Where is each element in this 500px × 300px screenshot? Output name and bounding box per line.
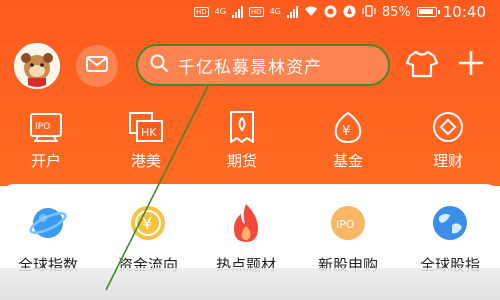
- ipo-card-icon: IPO: [4, 108, 88, 146]
- vibrate-icon: [362, 5, 376, 19]
- shirt-icon: [405, 50, 439, 82]
- clock-time: 10:40: [442, 3, 486, 21]
- quick-capital-flow[interactable]: ¥ 资金流向: [102, 200, 194, 275]
- quick-ipo-subscribe[interactable]: IPO 新股申购: [302, 200, 394, 275]
- earth-icon: [404, 200, 496, 246]
- flame-icon: [200, 200, 292, 246]
- fn-label: 开户: [30, 152, 61, 170]
- fn-wealth[interactable]: 理财: [406, 108, 490, 178]
- sim2-hd-tag: HD: [248, 7, 264, 17]
- search-bar[interactable]: 千亿私募景林资产: [136, 44, 390, 86]
- svg-text:HK: HK: [141, 126, 157, 139]
- yuan-coin-icon: ¥: [102, 200, 194, 246]
- quick-hot-topics[interactable]: 热点题材: [200, 200, 292, 275]
- fn-futures[interactable]: 期货: [200, 108, 284, 178]
- globe-icon: [2, 200, 94, 246]
- plus-icon: [458, 50, 484, 80]
- sim2-network: 4G: [269, 7, 281, 16]
- wifi-icon: [304, 5, 318, 19]
- fn-label: 港美: [130, 152, 161, 170]
- battery-percent: 85%: [381, 4, 411, 20]
- svg-text:¥: ¥: [342, 124, 350, 139]
- fund-icon: ¥: [306, 108, 390, 146]
- fn-fund[interactable]: ¥ 基金: [306, 108, 390, 178]
- sim1-network: 4G: [214, 7, 226, 16]
- fn-open-account[interactable]: IPO 开户: [4, 108, 88, 178]
- app-icon: [324, 5, 337, 20]
- wealth-icon: [406, 108, 490, 146]
- svg-text:¥: ¥: [142, 214, 152, 233]
- mail-icon: [86, 56, 108, 76]
- svg-text:IPO: IPO: [35, 122, 50, 132]
- ipo-badge-text: IPO: [336, 218, 355, 231]
- avatar[interactable]: [14, 43, 60, 89]
- fn-label: 基金: [332, 152, 363, 170]
- search-placeholder: 千亿私募景林资产: [178, 57, 322, 78]
- message-button[interactable]: [76, 45, 118, 87]
- hk-icon: HK: [104, 108, 188, 146]
- quick-global-stock-index[interactable]: 全球股指: [404, 200, 496, 275]
- skin-button[interactable]: [404, 48, 440, 84]
- signal-icon: [231, 6, 243, 18]
- fn-label: 理财: [432, 152, 463, 170]
- fn-label: 期货: [226, 152, 257, 170]
- quick-global-index[interactable]: 全球指数: [2, 200, 94, 275]
- bottom-blur-overlay: [0, 268, 500, 300]
- app-icon: [343, 5, 356, 20]
- ipo-icon: IPO: [302, 200, 394, 246]
- signal-icon: [286, 6, 298, 18]
- futures-icon: [200, 108, 284, 146]
- battery-icon: [416, 7, 440, 17]
- add-button[interactable]: [453, 47, 489, 83]
- search-icon: [150, 54, 168, 76]
- sim1-hd-tag: HD: [193, 7, 209, 17]
- status-bar: HD 4G HD 4G 85% 10:40: [0, 0, 500, 24]
- fn-hk-us[interactable]: HK 港美: [104, 108, 188, 178]
